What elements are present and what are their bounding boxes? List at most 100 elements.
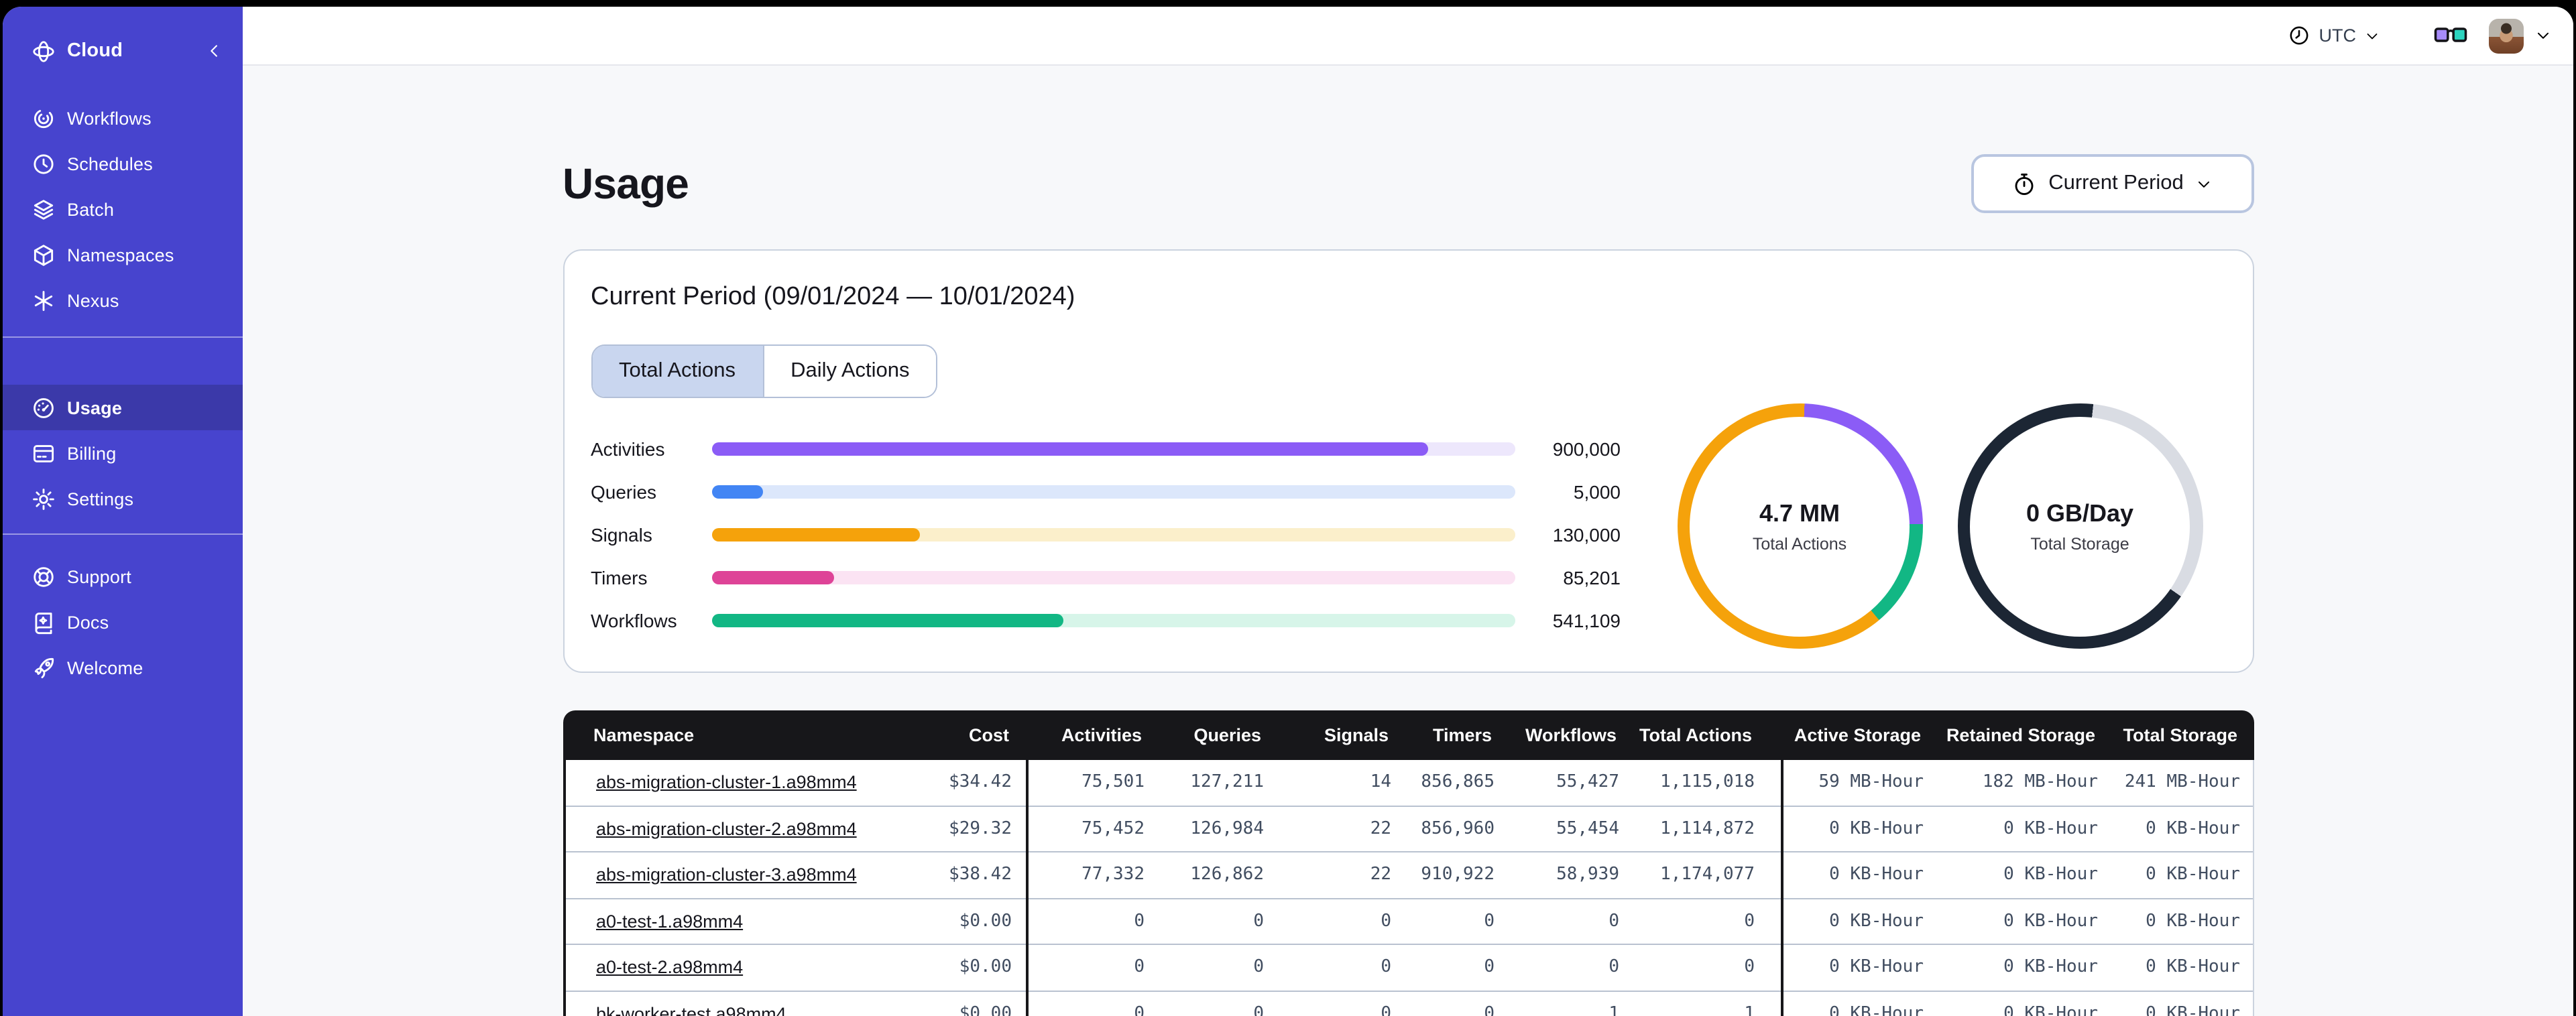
account-menu[interactable] <box>2481 18 2552 53</box>
sidebar-item-label: Nexus <box>67 290 119 310</box>
value-cell: 22 <box>1370 818 1391 839</box>
value-cell: 127,211 <box>1190 772 1264 793</box>
value-cell: 0 <box>1608 911 1619 932</box>
value-cell: 0 <box>1134 1003 1145 1016</box>
value-cell: 182 MB-Hour <box>1982 772 2098 793</box>
sidebar-item-batch[interactable]: Batch <box>3 186 243 232</box>
namespace-link[interactable]: abs-migration-cluster-1.a98mm4 <box>596 773 857 793</box>
topbar: UTC <box>243 7 2573 66</box>
value-cell: 0 KB-Hour <box>2003 957 2098 978</box>
page-title: Usage <box>563 159 689 207</box>
total-actions-donut: 4.7 MM Total Actions <box>1677 403 1922 649</box>
chevron-left-icon[interactable] <box>205 42 224 60</box>
namespace-link[interactable]: abs-migration-cluster-2.a98mm4 <box>596 819 857 839</box>
value-cell: 1 <box>1608 1003 1619 1016</box>
namespace-cell: bk-worker-test.a98mm4 <box>565 1004 847 1016</box>
value-cell: 58,939 <box>1556 865 1619 885</box>
bar-value: 900,000 <box>1552 438 1621 460</box>
sidebar-group: Support Docs Welcome <box>3 554 243 690</box>
tab-daily-actions[interactable]: Daily Actions <box>762 346 937 397</box>
value-cell: $29.32 <box>949 818 1012 839</box>
table-row: abs-migration-cluster-1.a98mm4 $34.42 75,5… <box>565 760 2252 806</box>
value-cell: 0 <box>1381 957 1391 978</box>
sidebar-item-support[interactable]: Support <box>3 554 243 599</box>
bar-row-workflows: Workflows 541,109 <box>591 610 1647 631</box>
bar-row-queries: Queries 5,000 <box>591 481 1647 503</box>
settings-icon <box>31 486 56 511</box>
value-cell: 1,114,872 <box>1660 818 1755 839</box>
sidebar-item-label: Billing <box>67 443 117 463</box>
sidebar-item-welcome[interactable]: Welcome <box>3 645 243 690</box>
sidebar-item-label: Welcome <box>67 657 143 678</box>
value-cell: 22 <box>1370 865 1391 885</box>
main-area: UTC Usage Current Period Current Period … <box>243 7 2573 1016</box>
namespace-link[interactable]: abs-migration-cluster-3.a98mm4 <box>596 865 857 885</box>
value-cell: 856,865 <box>1421 772 1495 793</box>
column-header-queries: Queries <box>1193 725 1261 745</box>
sidebar-item-workflows[interactable]: Workflows <box>3 95 243 141</box>
value-cell: 0 KB-Hour <box>2146 818 2240 839</box>
sidebar-divider <box>3 533 243 535</box>
column-divider <box>1025 760 1028 1016</box>
sidebar-divider <box>3 336 243 338</box>
sidebar-header-cloud[interactable]: Cloud <box>3 28 243 74</box>
value-cell: 0 <box>1253 911 1264 932</box>
value-cell: $38.42 <box>949 865 1012 885</box>
value-cell: 0 <box>1134 957 1145 978</box>
value-cell: 0 <box>1381 1003 1391 1016</box>
bar-value: 5,000 <box>1573 481 1621 503</box>
namespace-link[interactable]: a0-test-1.a98mm4 <box>596 911 743 932</box>
value-cell: 856,960 <box>1421 818 1495 839</box>
docs-icon <box>31 609 56 635</box>
namespace-link[interactable]: bk-worker-test.a98mm4 <box>596 1004 786 1016</box>
sidebar-item-usage[interactable]: Usage <box>3 385 243 430</box>
value-cell: 0 <box>1253 957 1264 978</box>
total-storage-sublabel: Total Storage <box>2030 534 2129 553</box>
total-actions-value: 4.7 MM <box>1759 499 1840 526</box>
usage-icon <box>31 395 56 420</box>
welcome-icon <box>31 655 56 680</box>
value-cell: 0 KB-Hour <box>2146 1003 2240 1016</box>
content-area: Usage Current Period Current Period (09/… <box>243 66 2573 1016</box>
value-cell: 0 KB-Hour <box>2146 957 2240 978</box>
value-cell: 0 KB-Hour <box>2003 818 2098 839</box>
sidebar-item-nexus[interactable]: Nexus <box>3 277 243 323</box>
glasses-icon[interactable] <box>2434 23 2467 48</box>
value-cell: 126,862 <box>1190 865 1264 885</box>
sidebar-item-label: Support <box>67 566 131 586</box>
value-cell: 0 <box>1484 1003 1495 1016</box>
bar-track <box>711 442 1515 456</box>
value-cell: 0 <box>1484 911 1495 932</box>
sidebar-item-schedules[interactable]: Schedules <box>3 141 243 186</box>
namespace-usage-table: Namespace Cost Activities Queries Signals Tim… <box>563 710 2253 1016</box>
sidebar-nav: Workflows Schedules Batch Namespaces Nexus Us… <box>3 95 243 690</box>
clock-icon <box>2288 24 2311 47</box>
bar-track <box>711 485 1515 499</box>
schedules-icon <box>31 151 56 176</box>
page-header: Usage Current Period <box>563 154 2253 213</box>
value-cell: $34.42 <box>949 772 1012 793</box>
nexus-icon <box>31 288 56 313</box>
sidebar-item-billing[interactable]: Billing <box>3 430 243 476</box>
value-cell: 0 KB-Hour <box>2146 911 2240 932</box>
batch-icon <box>31 196 56 222</box>
sidebar-item-docs[interactable]: Docs <box>3 599 243 645</box>
sidebar-item-label: Usage <box>67 397 123 418</box>
namespace-link[interactable]: a0-test-2.a98mm4 <box>596 958 743 978</box>
tab-total-actions[interactable]: Total Actions <box>592 346 763 397</box>
sidebar-item-namespaces[interactable]: Namespaces <box>3 232 243 277</box>
temporal-logo-icon <box>31 38 56 64</box>
timezone-selector[interactable]: UTC <box>2286 19 2384 52</box>
column-header-activities: Activities <box>1061 725 1142 745</box>
bar-track <box>711 614 1515 627</box>
sidebar-item-settings[interactable]: Settings <box>3 476 243 521</box>
value-cell: 126,984 <box>1190 818 1264 839</box>
sidebar-item-label: Namespaces <box>67 245 174 265</box>
value-cell: 0 <box>1608 957 1619 978</box>
period-select-button[interactable]: Current Period <box>1971 154 2253 213</box>
value-cell: 0 KB-Hour <box>2146 865 2240 885</box>
value-cell: 0 <box>1484 957 1495 978</box>
usage-bar-chart: Activities 900,000 Queries 5,000 Signals 130,… <box>591 438 1647 631</box>
total-actions-sublabel: Total Actions <box>1752 534 1847 553</box>
current-period-card: Current Period (09/01/2024 — 10/01/2024)… <box>563 249 2253 673</box>
